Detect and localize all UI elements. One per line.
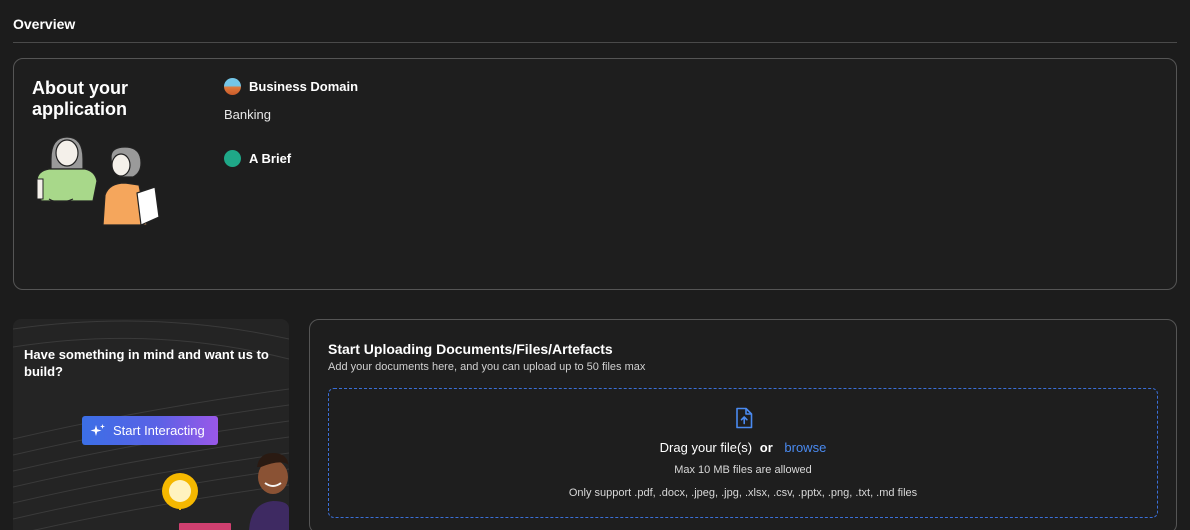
start-interacting-button[interactable]: Start Interacting	[82, 416, 218, 445]
file-upload-icon	[736, 407, 753, 429]
upload-title: Start Uploading Documents/Files/Artefact…	[328, 341, 613, 357]
about-title: About your application	[32, 78, 128, 119]
brief-label: A Brief	[249, 151, 292, 166]
business-domain-label: Business Domain	[249, 79, 359, 94]
brief-icon	[224, 150, 241, 167]
drag-instruction: Drag your file(s) or browse	[329, 440, 1157, 455]
start-interacting-label: Start Interacting	[113, 423, 205, 438]
brief-heading: A Brief	[224, 150, 291, 167]
or-text: or	[759, 440, 773, 455]
domain-globe-icon	[224, 78, 241, 95]
build-promo-card: Have something in mind and want us to bu…	[13, 319, 289, 530]
upload-card: Start Uploading Documents/Files/Artefact…	[309, 319, 1177, 530]
upload-subtitle: Add your documents here, and you can upl…	[328, 361, 646, 373]
supported-formats-text: Only support .pdf, .docx, .jpeg, .jpg, .…	[568, 487, 918, 499]
business-domain-value: Banking	[224, 107, 271, 122]
promo-text: Have something in mind and want us to bu…	[24, 347, 269, 379]
overview-divider	[13, 42, 1177, 43]
overview-title: Overview	[13, 16, 76, 32]
sparkle-icon	[90, 423, 105, 436]
promo-illustration	[162, 453, 289, 530]
file-dropzone[interactable]: Drag your file(s) or browse Max 10 MB fi…	[328, 388, 1158, 518]
drag-text: Drag your file(s)	[659, 440, 753, 455]
about-application-card: About your application Business Domain B…	[13, 58, 1177, 290]
people-illustration	[36, 136, 160, 226]
browse-link[interactable]: browse	[784, 440, 826, 455]
max-size-text: Max 10 MB files are allowed	[674, 464, 812, 476]
business-domain-heading: Business Domain	[224, 78, 358, 95]
